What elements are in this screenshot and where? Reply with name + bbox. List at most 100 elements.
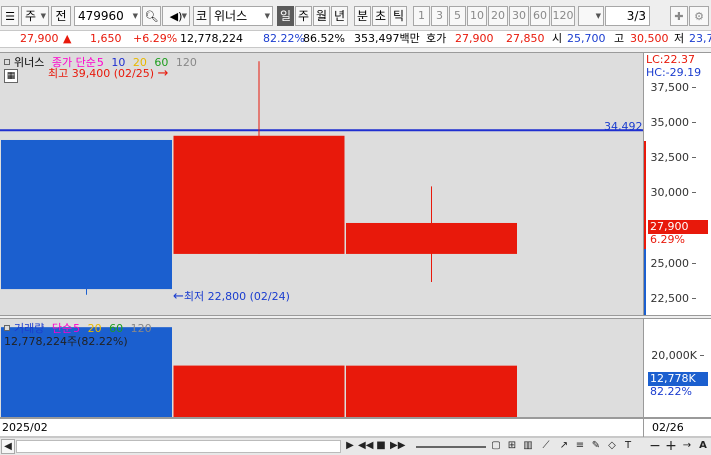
zoom-slider-track[interactable] bbox=[416, 446, 486, 448]
volume-pane[interactable]: 거래량 단순5 20 60 120 12,778,224주(82.22%) bbox=[0, 318, 643, 418]
play-icon[interactable]: ▶ bbox=[344, 439, 356, 454]
line-tool-icon[interactable]: ⟋ bbox=[539, 439, 553, 454]
volume-legend-ma120: 120 bbox=[130, 322, 152, 335]
zoom-in-icon[interactable]: + bbox=[664, 439, 678, 454]
legend-ma120: 120 bbox=[175, 56, 197, 69]
speaker-icon[interactable]: ◀) bbox=[162, 6, 190, 26]
stop-icon[interactable]: ■ bbox=[374, 439, 388, 454]
code-input[interactable]: 479960 bbox=[74, 6, 141, 26]
period-second[interactable]: 초 bbox=[372, 6, 389, 26]
low-label: 저 bbox=[674, 32, 685, 45]
interval-30[interactable]: 30 bbox=[509, 6, 529, 26]
interval-10[interactable]: 10 bbox=[467, 6, 487, 26]
change-value: 1,650 bbox=[90, 32, 122, 45]
interval-dropdown[interactable] bbox=[578, 6, 604, 26]
period-day[interactable]: 일 bbox=[277, 6, 294, 26]
settings-icon[interactable]: ⚙ bbox=[689, 6, 709, 26]
compare-icon[interactable]: ✚ bbox=[670, 6, 688, 26]
market-type-select[interactable]: 주 bbox=[21, 6, 49, 26]
ask-price: 27,900 bbox=[455, 32, 494, 45]
open-label: 시 bbox=[552, 32, 563, 45]
period-tick[interactable]: 틱 bbox=[390, 6, 407, 26]
interval-60[interactable]: 60 bbox=[530, 6, 550, 26]
menu-icon[interactable]: ☰ bbox=[1, 6, 19, 26]
shape-tool-icon[interactable]: ◇ bbox=[605, 439, 619, 454]
date-divider bbox=[643, 419, 644, 437]
candle-body-02/26 bbox=[346, 222, 517, 254]
current-volume-tag: 12,778K bbox=[648, 372, 708, 386]
turnover-ratio: 86.52% bbox=[303, 32, 345, 45]
price-tick: 37,500 bbox=[650, 80, 696, 94]
high-price: 30,500 bbox=[630, 32, 669, 45]
hline-value-label: 34,492 bbox=[604, 120, 643, 133]
arrow-right-icon[interactable]: → bbox=[680, 439, 694, 454]
search-icon[interactable]: 🔍︎ bbox=[142, 6, 161, 26]
fast-forward-icon[interactable]: ▶▶ bbox=[390, 439, 405, 454]
interval-120[interactable]: 120 bbox=[551, 6, 575, 26]
market-label: 코 bbox=[193, 6, 210, 26]
scroll-left-icon[interactable]: ◀ bbox=[1, 439, 15, 454]
grid-toggle-icon[interactable]: ▦ bbox=[4, 69, 18, 83]
price-tick: 22,500 bbox=[650, 291, 696, 305]
price-tick: 30,000 bbox=[650, 186, 696, 200]
zoom-out-icon[interactable]: − bbox=[648, 439, 662, 454]
text-tool-icon[interactable]: T bbox=[621, 439, 635, 454]
volume-bar-02/25 bbox=[173, 365, 345, 417]
period-year[interactable]: 년 bbox=[331, 6, 348, 26]
low-note: ←최저 22,800 (02/24) bbox=[173, 289, 290, 304]
trade-amount: 353,497백만 bbox=[354, 32, 420, 45]
period-week[interactable]: 주 bbox=[295, 6, 312, 26]
candlestick-chart bbox=[0, 61, 643, 295]
range-bar-up bbox=[644, 141, 646, 249]
legend-box-icon[interactable] bbox=[4, 59, 10, 65]
open-price: 25,700 bbox=[567, 32, 606, 45]
prev-button[interactable]: 전 bbox=[51, 6, 71, 26]
scroll-track[interactable] bbox=[16, 440, 341, 453]
volume-ratio: 82.22% bbox=[263, 32, 305, 45]
rewind-icon[interactable]: ◀◀ bbox=[358, 439, 373, 454]
price-tick: 25,000 bbox=[650, 256, 696, 270]
interval-1[interactable]: 1 bbox=[413, 6, 430, 26]
price-tick: 35,000 bbox=[650, 116, 696, 130]
legend-stock-name: 위너스 bbox=[14, 56, 45, 69]
volume-bar-02/26 bbox=[346, 365, 517, 417]
current-volume-pct: 82.22% bbox=[650, 385, 692, 398]
page-indicator: 3/3 bbox=[605, 6, 650, 26]
crosshair-icon[interactable]: ⊞ bbox=[505, 439, 519, 454]
range-bar-down bbox=[644, 249, 646, 315]
price-axis: LC:22.37 HC:-29.19 37,500 35,000 32,500 30,… bbox=[643, 52, 711, 316]
interval-5[interactable]: 5 bbox=[449, 6, 466, 26]
pen-tool-icon[interactable]: ✎ bbox=[589, 439, 603, 454]
volume-legend-box-icon[interactable] bbox=[4, 325, 10, 331]
high-note: 최고 39,400 (02/25) → bbox=[48, 66, 169, 81]
price-tick: 32,500 bbox=[650, 151, 696, 165]
period-minute[interactable]: 분 bbox=[354, 6, 371, 26]
change-arrow: ▲ bbox=[63, 32, 72, 45]
current-price-tag: 27,900 bbox=[648, 220, 708, 234]
interval-20[interactable]: 20 bbox=[488, 6, 508, 26]
price-pane[interactable]: 위너스 종가 단순5 10 20 60 120 ▦ 최고 39,400 (02/… bbox=[0, 52, 643, 316]
date-start: 2025/02 bbox=[2, 421, 48, 434]
font-size-icon[interactable]: A bbox=[696, 439, 710, 454]
toolbar: ☰ 주 전 479960 🔍︎ ◀) 코 위너스 일 주 월 년 분 초 틱 1… bbox=[0, 0, 711, 31]
lc-label: LC:22.37 bbox=[646, 53, 696, 66]
volume-axis: 20,000K 12,778K 82.22% bbox=[643, 318, 711, 418]
period-month[interactable]: 월 bbox=[313, 6, 330, 26]
bid-price: 27,850 bbox=[506, 32, 545, 45]
chart-type-icon[interactable]: ▥ bbox=[521, 439, 535, 454]
stock-name-field[interactable]: 위너스 bbox=[210, 6, 273, 26]
navigation-bar: ◀ ▶ ◀◀ ■ ▶▶ ▢ ⊞ ▥ ⟋ ↗ ≡ ✎ ◇ T − + → A bbox=[0, 437, 711, 455]
current-pct-label: 6.29% bbox=[650, 233, 685, 246]
date-end: 02/26 bbox=[652, 421, 684, 434]
zoom-fit-icon[interactable]: ▢ bbox=[489, 439, 503, 454]
interval-3[interactable]: 3 bbox=[431, 6, 448, 26]
volume: 12,778,224 bbox=[180, 32, 243, 45]
quote-label: 호가 bbox=[426, 32, 447, 45]
fib-tool-icon[interactable]: ≡ bbox=[573, 439, 587, 454]
low-price: 23,7 bbox=[689, 32, 711, 45]
trend-tool-icon[interactable]: ↗ bbox=[557, 439, 571, 454]
high-label: 고 bbox=[614, 32, 625, 45]
candle-body-02/24 bbox=[1, 139, 172, 290]
change-pct: +6.29% bbox=[133, 32, 178, 45]
hc-label: HC:-29.19 bbox=[646, 66, 702, 79]
